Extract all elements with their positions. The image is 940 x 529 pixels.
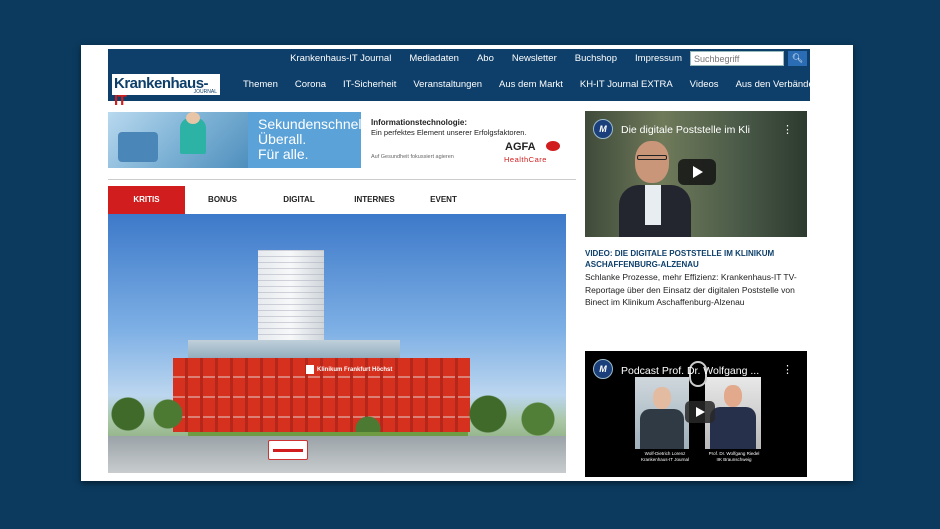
ad-title: Informationstechnologie: [371,118,467,127]
nav-aus-dem-markt[interactable]: Aus dem Markt [499,79,563,90]
tab-event[interactable]: EVENT [411,186,476,214]
video-player-podcast[interactable]: M Podcast Prof. Dr. Wolfgang ... ⋮ Wolf-… [585,351,807,477]
hero-image-hospital[interactable]: Klinikum Frankfurt Höchst [108,214,566,473]
category-tabs: KRITIS BONUS DIGITAL INTERNES EVENT [108,186,476,214]
topnav-mediadaten-link[interactable]: Mediadaten [409,53,459,64]
channel-logo-icon[interactable]: M [593,359,613,379]
video-title[interactable]: Die digitale Poststelle im Kli [621,124,750,136]
agfa-badge-icon [546,141,560,151]
nav-themen[interactable]: Themen [243,79,278,90]
search-icon: 🔍︎ [791,53,804,63]
nav-videos[interactable]: Videos [690,79,719,90]
browser-page: Krankenhaus-IT Journal Mediadaten Abo Ne… [81,45,853,481]
nav-it-sicherheit[interactable]: IT-Sicherheit [343,79,396,90]
nav-kh-it-extra[interactable]: KH-IT Journal EXTRA [580,79,673,90]
nav-verbaende[interactable]: Aus den Verbänden [736,79,819,90]
ambulance [268,440,308,460]
article-teaser: Schlanke Prozesse, mehr Effizienz: Krank… [585,272,797,307]
video-player-poststelle[interactable]: M Die digitale Poststelle im Kli ⋮ [585,111,807,237]
play-button[interactable] [678,159,716,185]
ad-photo [108,112,248,168]
topnav-abo-link[interactable]: Abo [477,53,494,64]
more-options-icon[interactable]: ⋮ [782,363,793,376]
play-button[interactable] [685,401,715,423]
logo-subtitle: JOURNAL [193,89,217,95]
site-header: Krankenhaus-IT Journal Mediadaten Abo Ne… [108,49,819,109]
agfa-ad-banner[interactable]: Sekundenschnell. Überall. Für alle. Info… [108,112,576,168]
tab-kritis[interactable]: KRITIS [108,186,185,214]
ad-slogan: Sekundenschnell. Überall. Für alle. [248,112,369,168]
topnav-buchshop-link[interactable]: Buchshop [575,53,617,64]
channel-logo-icon[interactable]: M [593,119,613,139]
topnav-newsletter-link[interactable]: Newsletter [512,53,557,64]
agfa-logo: AGFA [505,141,536,153]
caption-guest-2: Prof. Dr. Wolfgang Riedel IIK Braunschwe… [708,451,760,462]
nav-veranstaltungen[interactable]: Veranstaltungen [413,79,482,90]
healthcare-label: HealthCare [504,155,547,164]
ad-tagline: Auf Gesundheit fokussiert agieren [371,154,454,160]
presenter-thumbnail [619,135,691,237]
article-headline[interactable]: VIDEO: DIE DIGITALE POSTSTELLE IM KLINIK… [585,248,807,270]
search-button[interactable]: 🔍︎ [788,51,807,66]
tab-digital[interactable]: DIGITAL [260,186,338,214]
ad-description: Ein perfektes Element unserer Erfolgsfak… [371,128,527,137]
main-navigation: Themen Corona IT-Sicherheit Veranstaltun… [243,79,819,90]
site-logo[interactable]: Krankenhaus-IT JOURNAL [110,72,222,109]
divider [108,179,576,180]
podcast-title[interactable]: Podcast Prof. Dr. Wolfgang ... [621,365,759,377]
tab-bonus[interactable]: BONUS [185,186,260,214]
hospital-sign: Klinikum Frankfurt Höchst [306,364,398,376]
more-options-icon[interactable]: ⋮ [782,123,793,136]
nav-corona[interactable]: Corona [295,79,326,90]
tab-internes[interactable]: INTERNES [338,186,411,214]
search-input[interactable]: Suchbegriff [690,51,784,66]
caption-guest-1: Wolf-Dietrich Lorenz Krankenhaus-IT Jour… [641,451,689,462]
topnav-journal-link[interactable]: Krankenhaus-IT Journal [290,53,391,64]
topnav-impressum-link[interactable]: Impressum [635,53,682,64]
top-navigation: Krankenhaus-IT Journal Mediadaten Abo Ne… [290,53,682,64]
